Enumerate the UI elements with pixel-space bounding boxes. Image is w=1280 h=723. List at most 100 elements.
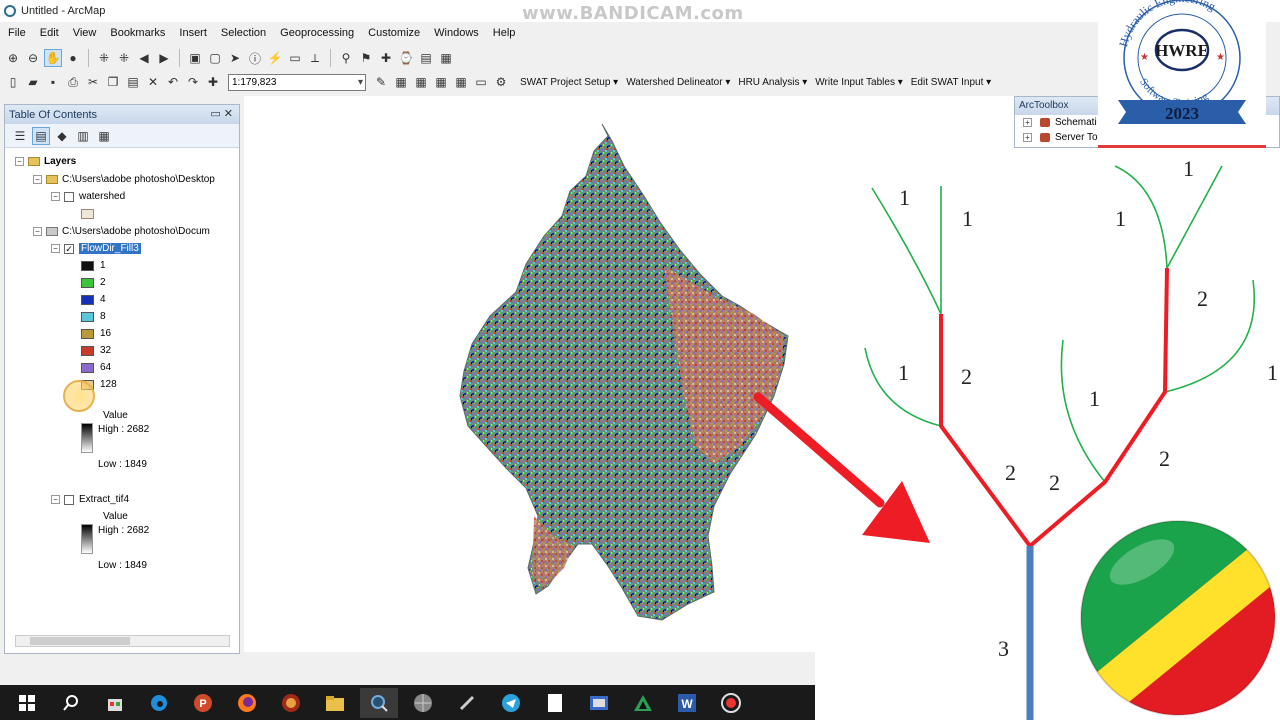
measure-icon[interactable]: ⟂ (306, 49, 324, 67)
polygon-symbol-swatch[interactable] (81, 209, 94, 219)
delete-icon[interactable]: ✕ (144, 73, 162, 91)
zoom-out-icon[interactable]: ⊖ (24, 49, 42, 67)
open-icon[interactable]: ▰ (24, 73, 42, 91)
hyperlink-icon[interactable]: ⚡ (266, 49, 284, 67)
collapse-icon[interactable]: − (51, 244, 60, 253)
store-icon[interactable] (96, 688, 134, 718)
find-route-icon[interactable]: ⚑ (357, 49, 375, 67)
catalog-icon[interactable]: ▦ (412, 73, 430, 91)
map-scale-input[interactable]: 1:179,823 (228, 73, 366, 91)
back-extent-icon[interactable]: ◀ (135, 49, 153, 67)
legend-class[interactable]: 2 (81, 277, 106, 288)
file-explorer-icon[interactable] (316, 688, 354, 718)
list-by-source-icon[interactable]: ▤ (32, 126, 50, 145)
full-extent-icon[interactable]: ● (64, 49, 82, 67)
list-by-selection-icon[interactable]: ▥ (74, 127, 92, 145)
menu-file[interactable]: File (8, 27, 26, 39)
toc-window-icon[interactable]: ▦ (392, 73, 410, 91)
legend-class[interactable]: 32 (81, 345, 111, 356)
save-icon[interactable]: ▪ (44, 73, 62, 91)
layer-visibility-checkbox[interactable]: ✓ (64, 243, 74, 254)
class-swatch[interactable] (81, 328, 94, 339)
menu-customize[interactable]: Customize (368, 27, 420, 39)
fixed-zoom-in-icon[interactable]: ⁜ (95, 49, 113, 67)
pan-icon[interactable]: ✋ (44, 49, 62, 67)
layer-visibility-checkbox[interactable] (64, 191, 74, 202)
watershed-delineator-menu[interactable]: Watershed Delineator ▾ (626, 77, 730, 88)
search-icon[interactable] (52, 688, 90, 718)
hru-analysis-menu[interactable]: HRU Analysis ▾ (738, 77, 807, 88)
firefox-icon[interactable] (228, 688, 266, 718)
window-icon[interactable] (580, 688, 618, 718)
legend-class[interactable]: 16 (81, 328, 111, 339)
zoom-in-icon[interactable]: ⊕ (4, 49, 22, 67)
legend-class[interactable]: 8 (81, 311, 106, 322)
html-popup-icon[interactable]: ▭ (286, 49, 304, 67)
menu-windows[interactable]: Windows (434, 27, 479, 39)
toc-options-icon[interactable]: ▦ (95, 127, 113, 145)
search-window-icon[interactable]: ▦ (432, 73, 450, 91)
undo-icon[interactable]: ↶ (164, 73, 182, 91)
watershed-symbol[interactable] (81, 209, 100, 219)
clear-selection-icon[interactable]: ▢ (206, 49, 224, 67)
time-slider-icon[interactable]: ⌚ (397, 49, 415, 67)
edit-swat-input-menu[interactable]: Edit SWAT Input ▾ (911, 77, 991, 88)
modelbuilder-icon[interactable]: ⚙ (492, 73, 510, 91)
elevation-gradient[interactable] (81, 524, 93, 554)
list-by-drawing-order-icon[interactable]: ☰ (11, 127, 29, 145)
find-icon[interactable]: ⚲ (337, 49, 355, 67)
python-icon[interactable]: ▭ (472, 73, 490, 91)
editor-icon[interactable]: ✎ (372, 73, 390, 91)
tool-icon[interactable] (448, 688, 486, 718)
layer-flowdir[interactable]: − ✓ FlowDir_Fill3 (51, 243, 141, 254)
new-document-icon[interactable]: ▯ (4, 73, 22, 91)
write-input-tables-menu[interactable]: Write Input Tables ▾ (815, 77, 902, 88)
add-data-icon[interactable]: ✚ (204, 73, 222, 91)
swat-project-setup-menu[interactable]: SWAT Project Setup ▾ (520, 77, 618, 88)
menu-insert[interactable]: Insert (179, 27, 207, 39)
scroll-thumb[interactable] (30, 637, 130, 645)
edge-icon[interactable] (140, 688, 178, 718)
word-icon[interactable]: W (668, 688, 706, 718)
identify-icon[interactable]: ⓘ (246, 49, 264, 67)
globe-icon[interactable] (404, 688, 442, 718)
menu-help[interactable]: Help (493, 27, 516, 39)
layer-extract[interactable]: − Extract_tif4 (51, 494, 129, 505)
goto-xy-icon[interactable]: ✚ (377, 49, 395, 67)
toc-window-controls[interactable]: ▭ ✕ (210, 107, 233, 120)
layer-watershed[interactable]: − watershed (51, 191, 125, 202)
class-swatch[interactable] (81, 345, 94, 356)
windows-start-icon[interactable] (8, 688, 46, 718)
collapse-icon[interactable]: − (51, 192, 60, 201)
menu-view[interactable]: View (73, 27, 97, 39)
swipe-icon[interactable]: ▦ (437, 49, 455, 67)
paste-icon[interactable]: ▤ (124, 73, 142, 91)
collapse-icon[interactable]: − (33, 175, 42, 184)
telegram-icon[interactable] (492, 688, 530, 718)
menu-edit[interactable]: Edit (40, 27, 59, 39)
record-icon[interactable] (712, 688, 750, 718)
layers-root[interactable]: − Layers (15, 156, 76, 167)
menu-bookmarks[interactable]: Bookmarks (110, 27, 165, 39)
elevation-gradient[interactable] (81, 423, 93, 453)
redo-icon[interactable]: ↷ (184, 73, 202, 91)
legend-class[interactable]: 64 (81, 362, 111, 373)
group-desktop[interactable]: − C:\Users\adobe photosho\Desktop (33, 174, 215, 185)
legend-class[interactable]: 4 (81, 294, 106, 305)
arcmap-taskbar-icon[interactable] (360, 687, 398, 718)
select-elements-icon[interactable]: ➤ (226, 49, 244, 67)
select-features-icon[interactable]: ▣ (186, 49, 204, 67)
copy-icon[interactable]: ❐ (104, 73, 122, 91)
expand-icon[interactable]: + (1023, 133, 1032, 142)
wps-icon[interactable]: P (184, 688, 222, 718)
collapse-icon[interactable]: − (15, 157, 24, 166)
fixed-zoom-out-icon[interactable]: ⁜ (115, 49, 133, 67)
arctoolbox-icon[interactable]: ▦ (452, 73, 470, 91)
create-viewer-icon[interactable]: ▤ (417, 49, 435, 67)
group-documents[interactable]: − C:\Users\adobe photosho\Docum (33, 226, 210, 237)
collapse-icon[interactable]: − (33, 227, 42, 236)
browser-icon[interactable] (272, 688, 310, 718)
class-swatch[interactable] (81, 260, 94, 271)
expand-icon[interactable]: + (1023, 118, 1032, 127)
class-swatch[interactable] (81, 294, 94, 305)
